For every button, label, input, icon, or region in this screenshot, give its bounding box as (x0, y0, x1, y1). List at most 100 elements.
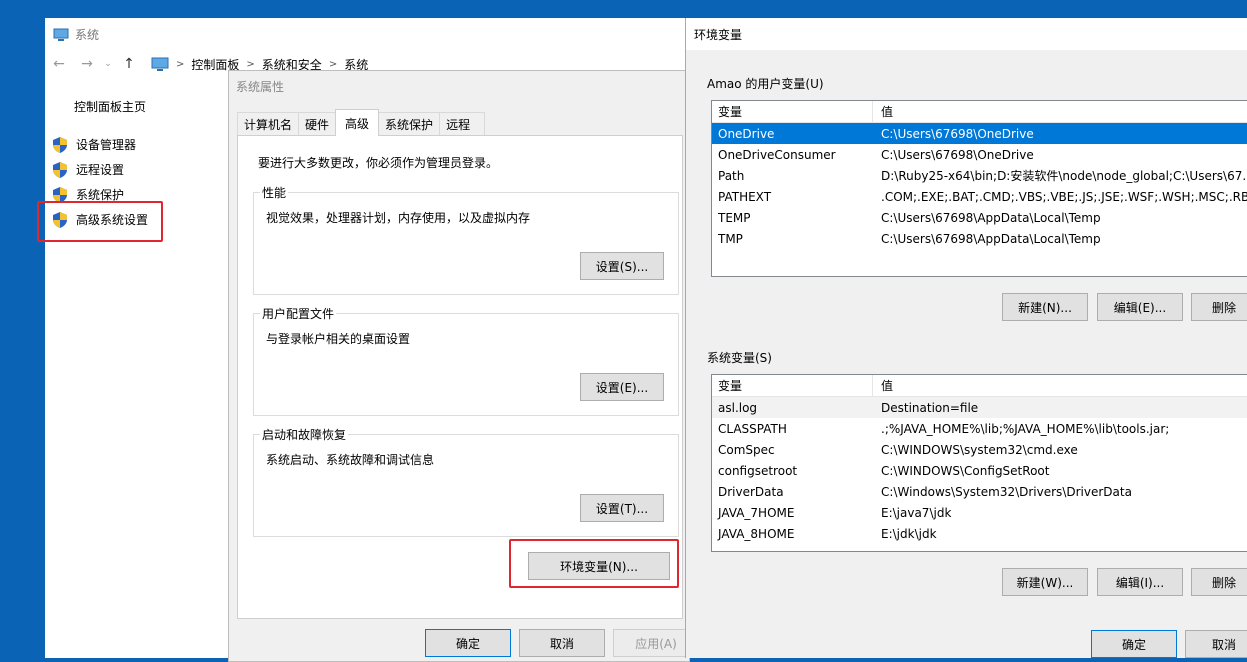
user-delete-button[interactable]: 删除 (1191, 293, 1247, 321)
variable-value: C:\Users\67698\AppData\Local\Temp (881, 210, 1101, 225)
variable-value: D:\Ruby25-x64\bin;D:安装软件\node\node_globa… (881, 169, 1247, 183)
variable-value: C:\Windows\System32\Drivers\DriverData (881, 484, 1132, 499)
user-new-button[interactable]: 新建(N)... (1002, 293, 1088, 321)
system-edit-button[interactable]: 编辑(I)... (1097, 568, 1183, 596)
variable-name: Path (718, 168, 745, 183)
table-row[interactable]: TMP C:\Users\67698\AppData\Local\Temp (712, 228, 1247, 249)
back-icon[interactable]: ← (45, 56, 73, 72)
variable-name: JAVA_7HOME (718, 505, 795, 520)
variable-name: JAVA_8HOME (718, 526, 795, 541)
ok-button[interactable]: 确定 (425, 629, 511, 657)
sidebar-item-remote-settings[interactable]: 远程设置 (51, 157, 148, 182)
variable-name: TEMP (718, 210, 751, 225)
variable-name: PATHEXT (718, 189, 772, 204)
highlight-box (509, 539, 679, 588)
variable-name: ComSpec (718, 442, 775, 457)
table-row[interactable]: Path D:\Ruby25-x64\bin;D:安装软件\node\node_… (712, 165, 1247, 186)
group-legend: 启动和故障恢复 (260, 426, 349, 443)
column-header-name[interactable]: 变量 (712, 375, 873, 396)
table-row[interactable]: OneDriveConsumer C:\Users\67698\OneDrive (712, 144, 1247, 165)
performance-group: 性能 视觉效果，处理器计划，内存使用，以及虚拟内存 设置(S)... (253, 184, 679, 295)
system-new-button[interactable]: 新建(W)... (1002, 568, 1088, 596)
chevron-right-icon: > (328, 58, 338, 70)
variable-value: Destination=file (881, 400, 979, 415)
user-profiles-settings-button[interactable]: 设置(E)... (580, 373, 664, 401)
variable-value: E:\jdk\jdk (881, 526, 937, 541)
table-row[interactable]: TEMP C:\Users\67698\AppData\Local\Temp (712, 207, 1247, 228)
cancel-button[interactable]: 取消 (519, 629, 605, 657)
shield-icon (53, 136, 67, 153)
computer-icon (53, 28, 69, 41)
table-row[interactable]: CLASSPATH .;%JAVA_HOME%\lib;%JAVA_HOME%\… (712, 418, 1247, 439)
group-description: 与登录帐户相关的桌面设置 (266, 332, 411, 346)
tab-system-protection[interactable]: 系统保护 (378, 112, 441, 135)
system-window-titlebar: 系统 (53, 24, 99, 44)
table-row[interactable]: PATHEXT .COM;.EXE;.BAT;.CMD;.VBS;.VBE;.J… (712, 186, 1247, 207)
column-header-name[interactable]: 变量 (712, 101, 873, 122)
group-description: 视觉效果，处理器计划，内存使用，以及虚拟内存 (266, 211, 531, 225)
variable-value: C:\Users\67698\OneDrive (881, 147, 1034, 162)
forward-icon[interactable]: → (73, 56, 101, 72)
variable-value: C:\WINDOWS\system32\cmd.exe (881, 442, 1078, 457)
variable-name: configsetroot (718, 463, 798, 478)
dialog-title: 系统属性 (236, 80, 285, 94)
env-dialog-title: 环境变量 (694, 28, 743, 42)
sidebar-item-device-manager[interactable]: 设备管理器 (51, 132, 148, 157)
variable-name: asl.log (718, 400, 758, 415)
table-row[interactable]: OneDrive C:\Users\67698\OneDrive (712, 123, 1247, 144)
table-row[interactable]: asl.log Destination=file (712, 397, 1247, 418)
system-window-title: 系统 (75, 27, 100, 42)
table-row[interactable]: ComSpec C:\WINDOWS\system32\cmd.exe (712, 439, 1247, 460)
table-header: 变量 值 (712, 101, 1247, 123)
table-row[interactable]: JAVA_7HOME E:\java7\jdk (712, 502, 1247, 523)
user-edit-button[interactable]: 编辑(E)... (1097, 293, 1183, 321)
tab-strip: 计算机名 硬件 高级 系统保护 远程 (237, 109, 486, 136)
group-legend: 用户配置文件 (260, 305, 337, 322)
table-row[interactable]: JAVA_8HOME E:\jdk\jdk (712, 523, 1247, 544)
variable-name: DriverData (718, 484, 784, 499)
system-delete-button[interactable]: 删除 (1191, 568, 1247, 596)
tab-remote[interactable]: 远程 (439, 112, 486, 135)
up-icon[interactable]: ↑ (115, 56, 143, 72)
user-variables-label: Amao 的用户变量(U) (707, 77, 824, 91)
column-header-value[interactable]: 值 (873, 101, 1247, 122)
env-titlebar: 环境变量 (686, 18, 1247, 50)
env-cancel-button[interactable]: 取消 (1185, 630, 1247, 658)
column-header-value[interactable]: 值 (873, 375, 1247, 396)
performance-settings-button[interactable]: 设置(S)... (580, 252, 664, 280)
tab-hardware[interactable]: 硬件 (298, 112, 337, 135)
sidebar-home-link[interactable]: 控制面板主页 (74, 98, 146, 115)
chevron-right-icon: > (246, 58, 255, 70)
variable-name: OneDriveConsumer (718, 147, 836, 162)
highlight-box (37, 201, 163, 242)
tab-computer-name[interactable]: 计算机名 (237, 112, 300, 135)
system-variables-label: 系统变量(S) (707, 351, 772, 365)
user-profiles-group: 用户配置文件 与登录帐户相关的桌面设置 设置(E)... (253, 305, 679, 416)
group-legend: 性能 (260, 184, 289, 201)
variable-value: C:\Users\67698\AppData\Local\Temp (881, 231, 1101, 246)
table-header: 变量 值 (712, 375, 1247, 397)
table-row[interactable]: configsetroot C:\WINDOWS\ConfigSetRoot (712, 460, 1247, 481)
variable-name: CLASSPATH (718, 421, 787, 436)
environment-variables-dialog: 环境变量 Amao 的用户变量(U) 变量 值 OneDrive C:\User… (685, 18, 1247, 658)
recent-dropdown-icon[interactable]: ⌄ (101, 59, 115, 69)
sidebar-item-label: 设备管理器 (76, 138, 137, 152)
variable-name: OneDrive (718, 126, 775, 141)
admin-note: 要进行大多数更改，你必须作为管理员登录。 (258, 156, 499, 170)
variable-value: C:\WINDOWS\ConfigSetRoot (881, 463, 1050, 478)
startup-settings-button[interactable]: 设置(T)... (580, 494, 664, 522)
startup-recovery-group: 启动和故障恢复 系统启动、系统故障和调试信息 设置(T)... (253, 426, 679, 537)
variable-value: .;%JAVA_HOME%\lib;%JAVA_HOME%\lib\tools.… (881, 421, 1170, 436)
variable-value: .COM;.EXE;.BAT;.CMD;.VBS;.VBE;.JS;.JSE;.… (881, 189, 1247, 204)
variable-value: C:\Users\67698\OneDrive (881, 126, 1034, 141)
user-variables-table: 变量 值 OneDrive C:\Users\67698\OneDrive On… (711, 100, 1247, 277)
group-description: 系统启动、系统故障和调试信息 (266, 453, 435, 467)
chevron-right-icon: > (176, 58, 185, 70)
system-variables-table: 变量 值 asl.log Destination=file CLASSPATH … (711, 374, 1247, 552)
variable-name: TMP (718, 231, 743, 246)
tab-advanced[interactable]: 高级 (335, 109, 380, 136)
shield-icon (53, 161, 67, 178)
variable-value: E:\java7\jdk (881, 505, 952, 520)
env-ok-button[interactable]: 确定 (1091, 630, 1177, 658)
table-row[interactable]: DriverData C:\Windows\System32\Drivers\D… (712, 481, 1247, 502)
